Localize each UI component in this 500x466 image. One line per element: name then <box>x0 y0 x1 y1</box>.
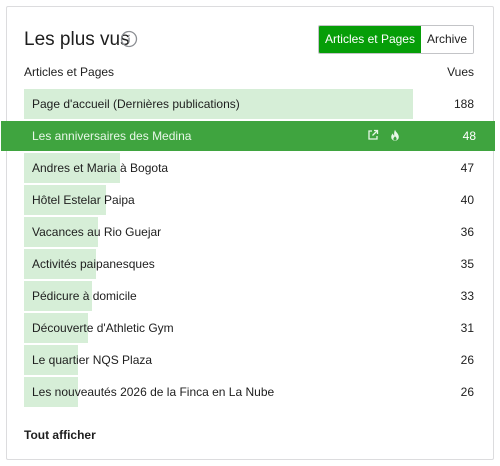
list-item[interactable]: Andres et Maria à Bogota 47 <box>7 153 493 183</box>
post-title: Pédicure à domicile <box>32 289 137 303</box>
list-item[interactable]: Page d'accueil (Dernières publications) … <box>7 89 493 119</box>
view-all-link[interactable]: Tout afficher <box>24 428 96 442</box>
post-views: 26 <box>460 353 474 367</box>
top-posts-card: Les plus vus Articles et Pages Archive A… <box>1 6 495 460</box>
post-title: Les nouveautés 2026 de la Finca en La Nu… <box>32 385 275 399</box>
card-title: Les plus vus <box>24 29 130 50</box>
post-views: 26 <box>460 385 474 399</box>
view-toggle: Articles et Pages Archive <box>317 25 474 54</box>
post-title: Hôtel Estelar Paipa <box>32 193 135 207</box>
list-item[interactable]: Vacances au Rio Guejar 36 <box>7 217 493 247</box>
list-item[interactable]: Le quartier NQS Plaza 26 <box>7 345 493 375</box>
post-views: 31 <box>460 321 474 335</box>
post-title: Vacances au Rio Guejar <box>32 225 162 239</box>
list-item[interactable]: Les nouveautés 2026 de la Finca en La Nu… <box>7 377 493 407</box>
post-title: Andres et Maria à Bogota <box>32 161 169 175</box>
toggle-archive[interactable]: Archive <box>420 26 473 53</box>
list-item[interactable]: Pédicure à domicile 33 <box>7 281 493 311</box>
post-views: 48 <box>462 129 476 143</box>
column-header-title: Articles et Pages <box>24 65 115 79</box>
post-views: 35 <box>460 257 474 271</box>
post-views: 36 <box>460 225 474 239</box>
post-title: Les anniversaires des Medina <box>32 129 192 143</box>
list-item[interactable]: Hôtel Estelar Paipa 40 <box>7 185 493 215</box>
post-views: 40 <box>460 193 474 207</box>
list-item[interactable]: Activités paipanesques 35 <box>7 249 493 279</box>
post-title: Page d'accueil (Dernières publications) <box>32 97 240 111</box>
info-icon[interactable] <box>120 30 138 48</box>
external-link-icon[interactable] <box>367 129 379 141</box>
trending-flame-icon[interactable] <box>389 129 401 142</box>
list-item[interactable]: Découverte d'Athletic Gym 31 <box>7 313 493 343</box>
post-views: 47 <box>460 161 474 175</box>
list-item-highlighted[interactable]: Les anniversaires des Medina 48 <box>1 121 495 151</box>
column-header-views: Vues <box>447 65 474 79</box>
post-views: 188 <box>453 97 474 111</box>
post-title: Activités paipanesques <box>32 257 155 271</box>
post-views: 33 <box>460 289 474 303</box>
row-actions <box>367 129 401 142</box>
toggle-posts-pages[interactable]: Articles et Pages <box>318 26 421 53</box>
post-title: Le quartier NQS Plaza <box>32 353 153 367</box>
post-title: Découverte d'Athletic Gym <box>32 321 174 335</box>
